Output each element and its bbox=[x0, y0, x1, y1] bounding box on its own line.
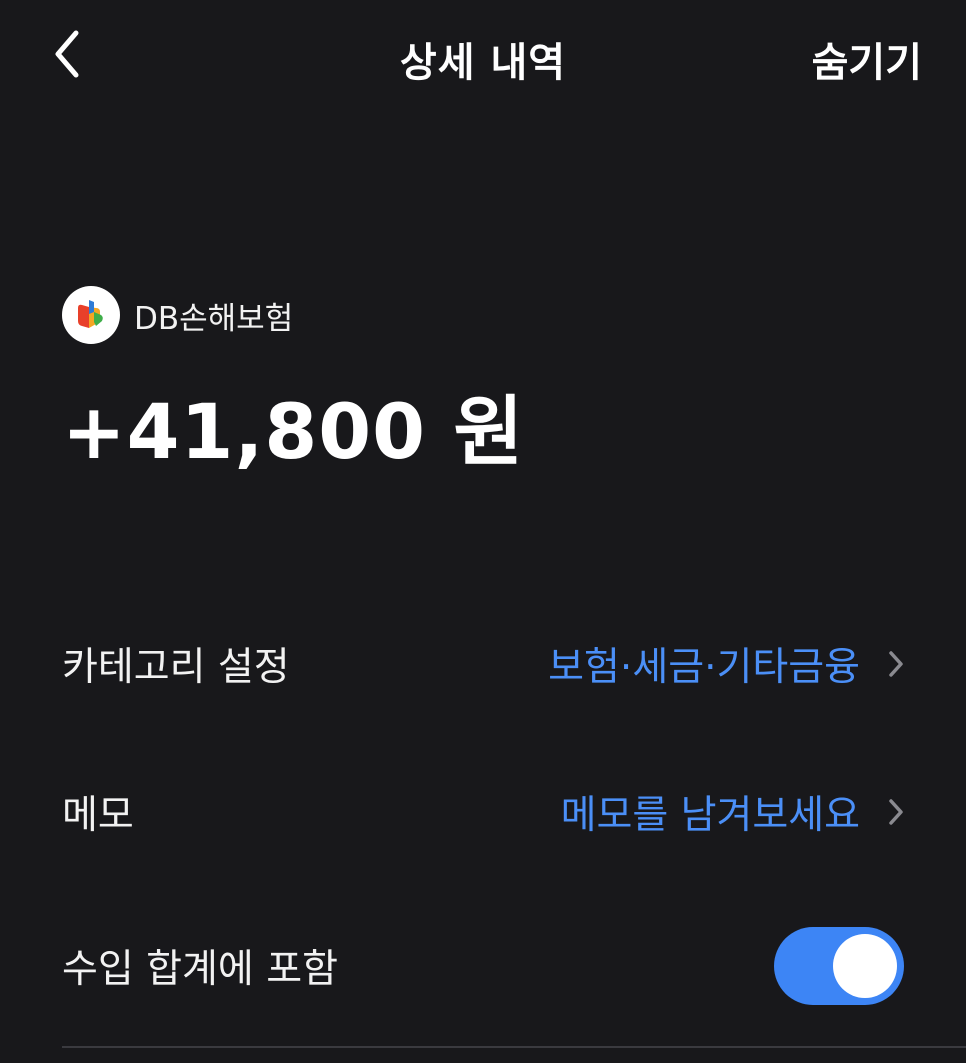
transaction-amount: +41,800 원 bbox=[62, 387, 525, 476]
merchant-info: DB손해보험 bbox=[62, 286, 293, 344]
category-row[interactable]: 카테고리 설정 보험·세금·기타금융 bbox=[62, 624, 904, 704]
toggle-knob bbox=[833, 934, 897, 998]
chevron-right-icon bbox=[888, 798, 904, 826]
db-insurance-logo-icon bbox=[62, 286, 120, 344]
category-selector[interactable]: 보험·세금·기타금융 bbox=[548, 636, 904, 692]
chevron-right-icon bbox=[888, 650, 904, 678]
top-bar: 상세 내역 숨기기 bbox=[0, 0, 966, 112]
include-income-row: 수입 합계에 포함 bbox=[62, 926, 904, 1006]
category-label: 카테고리 설정 bbox=[62, 645, 290, 690]
category-value: 보험·세금·기타금융 bbox=[548, 645, 860, 690]
memo-input[interactable]: 메모를 남겨보세요 bbox=[561, 784, 904, 840]
memo-placeholder: 메모를 남겨보세요 bbox=[560, 793, 860, 838]
include-income-label: 수입 합계에 포함 bbox=[62, 947, 338, 992]
memo-label: 메모 bbox=[62, 793, 134, 838]
hide-button[interactable]: 숨기기 bbox=[812, 30, 922, 88]
memo-row[interactable]: 메모 메모를 남겨보세요 bbox=[62, 772, 904, 852]
divider bbox=[62, 1046, 966, 1048]
merchant-name: DB손해보험 bbox=[134, 300, 294, 337]
include-income-toggle[interactable] bbox=[774, 927, 904, 1005]
